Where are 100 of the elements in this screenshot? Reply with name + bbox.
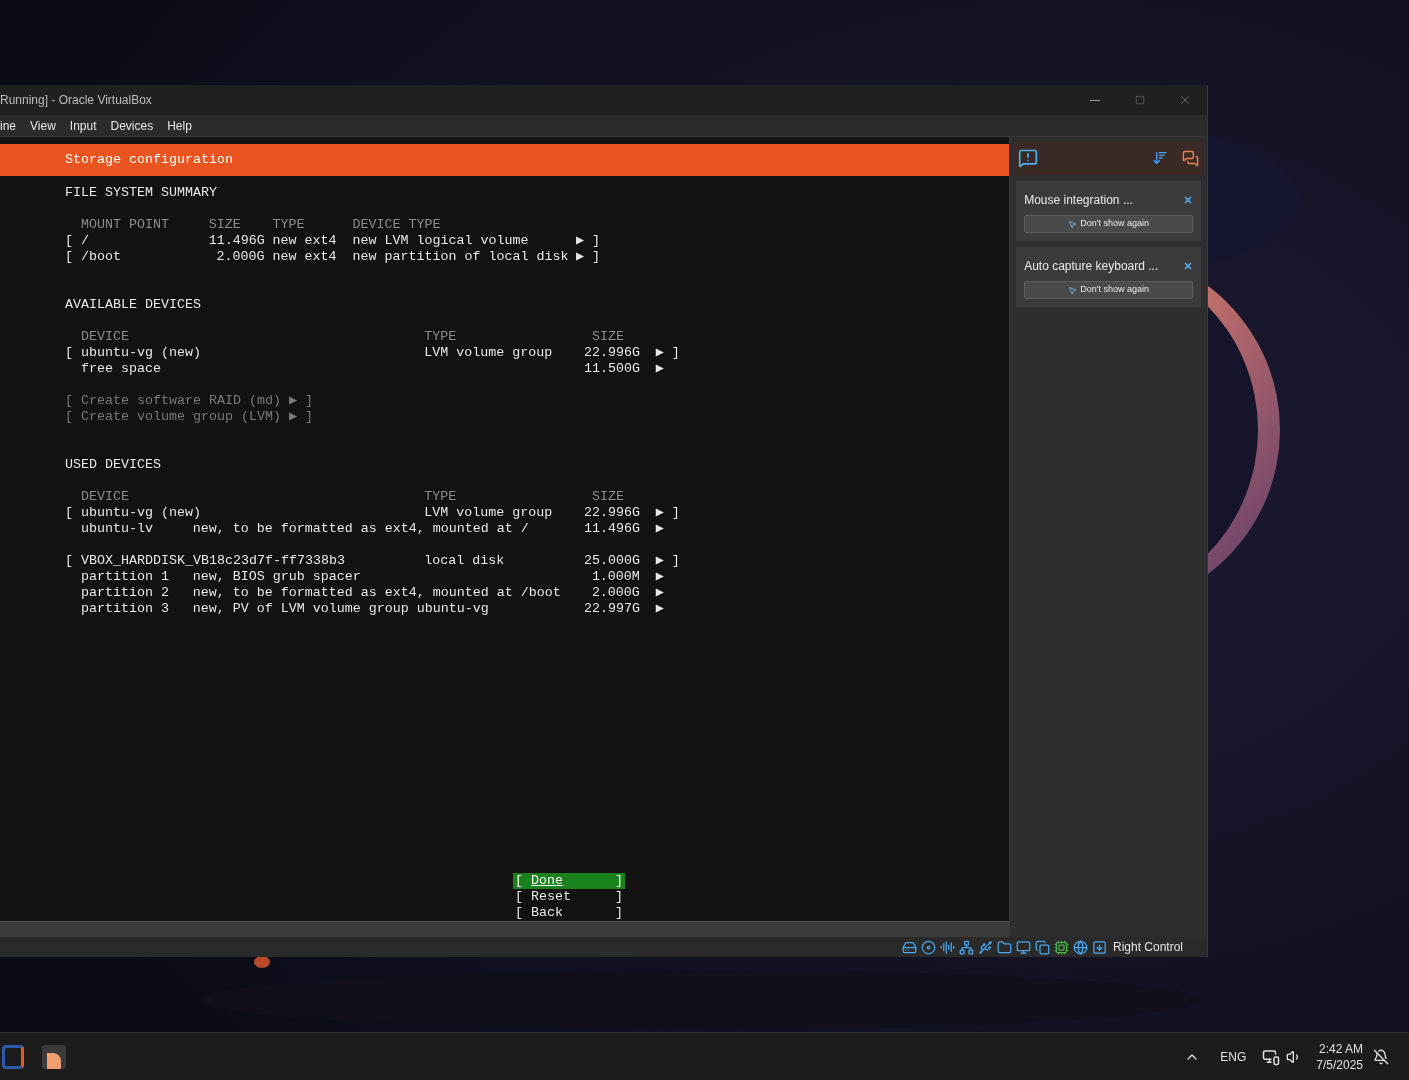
minimize-icon (1089, 99, 1100, 101)
section-title: AVAILABLE DEVICES (65, 297, 202, 313)
device-name: partition 1 (80, 569, 170, 585)
arrow-glyph: ▶ (655, 601, 665, 617)
menu-item[interactable]: Devices (110, 116, 154, 135)
section-title: USED DEVICES (65, 457, 162, 473)
hard-drive-icon[interactable] (901, 939, 917, 955)
device-name: ubuntu-vg (new) (80, 345, 202, 361)
bracket: ] (591, 249, 601, 265)
close-icon[interactable] (1183, 195, 1193, 205)
column-header: MOUNT POINT (80, 217, 170, 233)
section-title: FILE SYSTEM SUMMARY (65, 185, 218, 201)
installer-button[interactable]: [ Reset ] (513, 889, 625, 905)
messages-icon[interactable] (1182, 149, 1199, 167)
mount-point: /boot (80, 249, 122, 265)
arrow-glyph: ▶ (655, 569, 665, 585)
type-value: new ext4 (272, 249, 338, 265)
notification-title: Mouse integration ... (1024, 192, 1133, 209)
arrow-glyph: ▶ (655, 505, 665, 521)
bracket: [ (65, 249, 74, 265)
window-title: Running] - Oracle VirtualBox (0, 92, 152, 109)
dont-show-again-button[interactable]: Don't show again (1024, 281, 1193, 299)
size-value: 11.496G (208, 233, 265, 249)
usb-icon[interactable] (977, 939, 993, 955)
chip-icon[interactable] (1053, 939, 1069, 955)
type-value: local disk (424, 553, 506, 569)
size-value: 25.000G (584, 553, 640, 569)
installer-button[interactable]: [ Done ] (513, 873, 625, 889)
bracket: ] (671, 345, 681, 361)
size-value: 22.996G (584, 505, 640, 521)
windows-icon[interactable] (1034, 939, 1050, 955)
size-value: 1.000M (590, 569, 640, 585)
device-name: partition 3 (80, 601, 170, 617)
menu-item[interactable]: View (30, 116, 56, 135)
arrow-glyph: ▶ (655, 585, 665, 601)
arrow-glyph: ▶ (576, 233, 586, 249)
network-icon[interactable] (958, 939, 974, 955)
arrow-glyph: ▶ (655, 361, 665, 377)
bracket: [ (65, 345, 74, 361)
device-type: new LVM logical volume (352, 233, 530, 249)
device-name: VBOX_HARDDISK_VB18c23d7f-ff7338b3 (80, 553, 346, 569)
bracket: [ (65, 553, 74, 569)
header-title: Storage configuration (65, 151, 233, 169)
device-name: ubuntu-lv (80, 521, 154, 537)
size-value: 22.997G (584, 601, 640, 617)
column-header: DEVICE (80, 489, 130, 505)
device-description: new, BIOS grub spacer (192, 569, 362, 585)
device-description: new, to be formatted as ext4, mounted at / (192, 521, 530, 537)
type-value: new ext4 (272, 233, 338, 249)
menu-item[interactable]: Help (167, 116, 192, 135)
arrow-glyph: ▶ (655, 345, 665, 361)
size-value: 11.496G (584, 521, 640, 537)
column-header: TYPE (424, 489, 458, 505)
audio-icon[interactable] (939, 939, 955, 955)
type-value: LVM volume group (424, 345, 554, 361)
installer-button[interactable]: [ Back ] (513, 905, 625, 921)
menu-item[interactable]: Input (69, 116, 97, 135)
column-header: SIZE (591, 489, 625, 505)
device-name: ubuntu-vg (new) (80, 505, 202, 521)
monitor-icon[interactable] (1015, 939, 1031, 955)
device-name: partition 2 (80, 585, 170, 601)
type-value: LVM volume group (424, 505, 554, 521)
arrow-glyph: ▶ (576, 249, 586, 265)
device-name: free space (80, 361, 162, 377)
column-header: SIZE (591, 329, 625, 345)
size-value: 2.000G (215, 249, 265, 265)
network-icon[interactable] (1262, 1047, 1281, 1066)
close-icon[interactable] (1183, 261, 1193, 271)
column-header: DEVICE TYPE (352, 217, 442, 233)
menu-item[interactable]: ine (0, 116, 16, 135)
folder-icon[interactable] (996, 939, 1012, 955)
clock-date[interactable]: 7/5/2025 (1316, 1056, 1363, 1073)
globe-icon[interactable] (1072, 939, 1088, 955)
language-indicator[interactable]: ENG (1220, 1047, 1247, 1066)
bracket: [ (65, 505, 74, 521)
message-icon[interactable] (1018, 148, 1039, 168)
column-header: TYPE (424, 329, 458, 345)
device-description: new, to be formatted as ext4, mounted at /boot (192, 585, 562, 601)
notification-bell-icon[interactable] (1373, 1048, 1389, 1065)
bracket: ] (671, 553, 681, 569)
notification-title: Auto capture keyboard ... (1024, 258, 1159, 275)
download-icon[interactable] (1091, 939, 1107, 955)
size-value: 11.500G (584, 361, 640, 377)
dont-show-again-button[interactable]: Don't show again (1024, 215, 1193, 233)
device-description: new, PV of LVM volume group ubuntu-vg (192, 601, 490, 617)
column-header: TYPE (272, 217, 306, 233)
maximize-icon (1134, 95, 1145, 105)
arrow-glyph: ▶ (655, 521, 665, 537)
bracket: [ (65, 233, 74, 249)
pointer-icon (1068, 285, 1078, 295)
host-key-label: Right Control (1112, 939, 1183, 956)
bracket: ] (671, 505, 681, 521)
column-header: DEVICE (80, 329, 130, 345)
sort-icon[interactable] (1152, 150, 1168, 166)
app-logo-icon[interactable] (2, 1044, 24, 1069)
clock-time[interactable]: 2:42 AM (1318, 1040, 1363, 1057)
arrow-glyph: ▶ (655, 553, 665, 569)
device-type: new partition of local disk (352, 249, 570, 265)
mount-point: / (80, 233, 90, 249)
disc-icon[interactable] (920, 939, 936, 955)
